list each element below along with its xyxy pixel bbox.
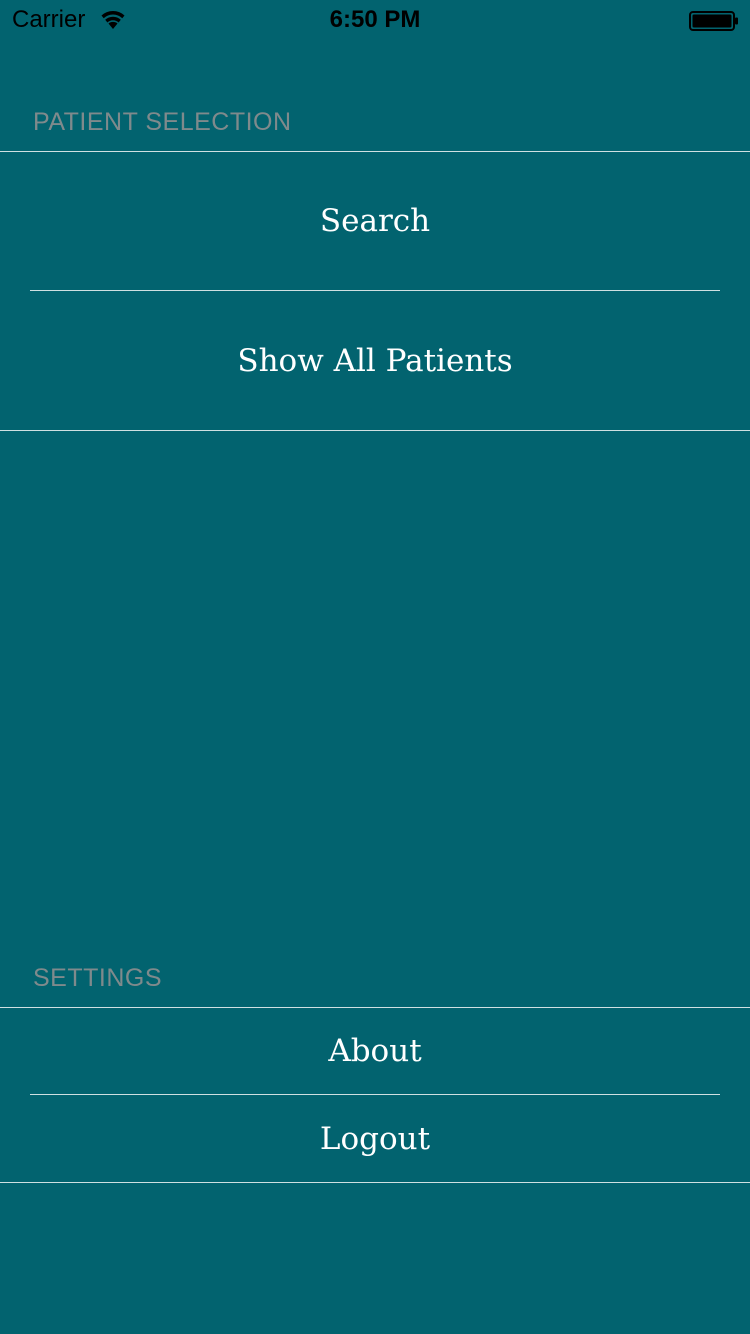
show-all-patients-label: Show All Patients [237, 342, 513, 379]
section-header-patient-selection: PATIENT SELECTION [33, 108, 292, 136]
status-bar: Carrier 6:50 PM [0, 0, 750, 40]
separator [0, 1182, 750, 1183]
separator [0, 430, 750, 431]
logout-cell[interactable]: Logout [0, 1095, 750, 1182]
search-label: Search [319, 203, 431, 239]
about-label: About [328, 1033, 422, 1069]
search-cell[interactable]: Search [0, 152, 750, 290]
logout-label: Logout [319, 1120, 431, 1157]
battery-icon [689, 11, 739, 31]
section-header-settings: SETTINGS [33, 964, 163, 992]
about-cell[interactable]: About [0, 1008, 750, 1094]
show-all-patients-cell[interactable]: Show All Patients [0, 291, 750, 430]
status-time: 6:50 PM [329, 6, 421, 33]
